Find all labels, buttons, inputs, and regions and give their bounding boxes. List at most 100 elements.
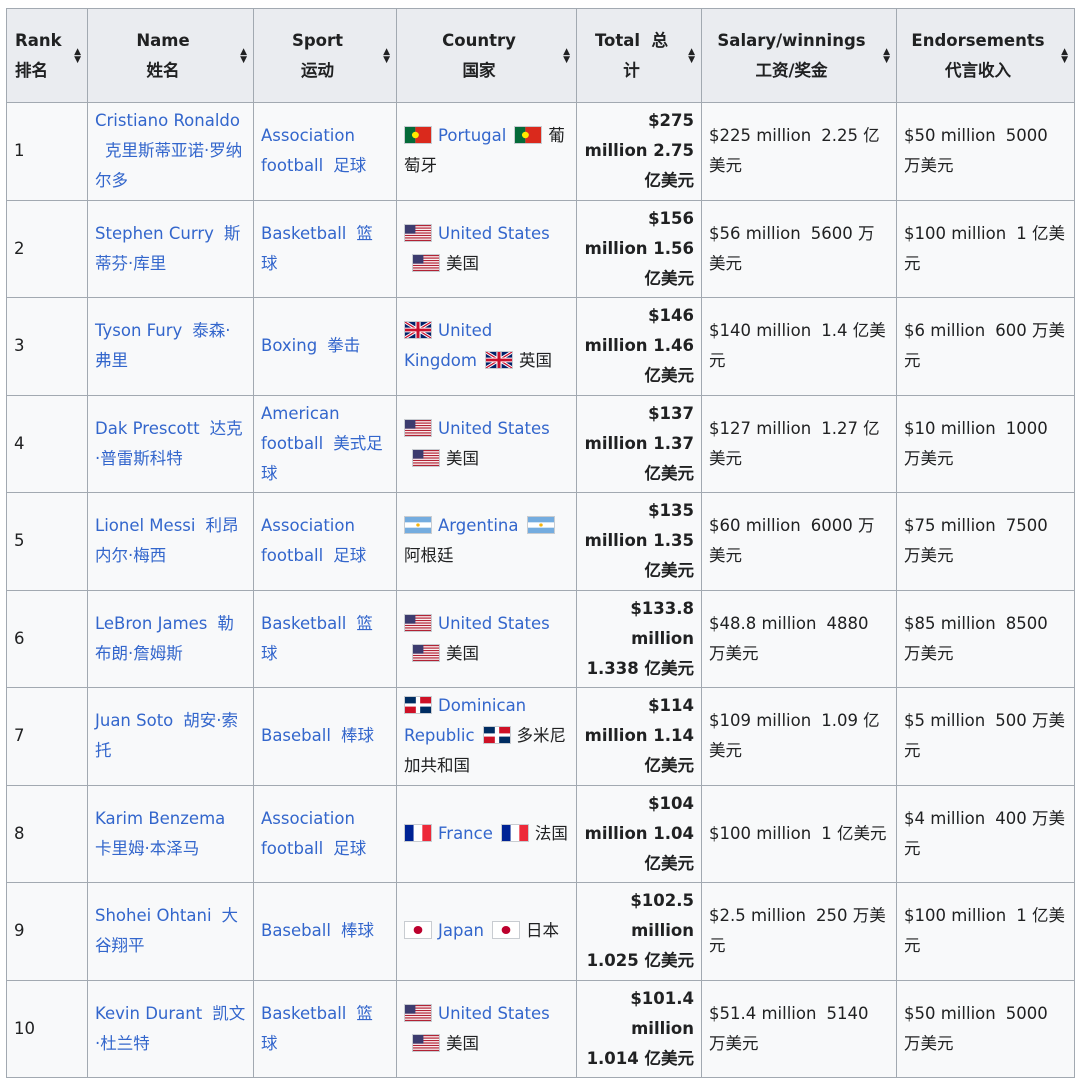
sport-cell: Baseball 棒球: [253, 687, 397, 786]
table-row: 8 Karim Benzema 卡里姆·本泽马 Association footb…: [6, 784, 1075, 883]
total-cell: $137 million 1.37 亿美元: [576, 394, 702, 493]
endorsements-cell: $75 million 7500 万美元: [896, 492, 1075, 591]
header-total[interactable]: Total 总 计 ▲ ▼: [576, 8, 702, 103]
sport-en: American football: [261, 403, 340, 453]
country-link[interactable]: France: [438, 824, 493, 843]
athlete-link[interactable]: Dak Prescott 达克·普雷斯科特: [95, 419, 243, 468]
athlete-link[interactable]: Kevin Durant 凯文·杜兰特: [95, 1004, 245, 1053]
endorse-usd: $10 million: [904, 418, 996, 438]
total-cell: $133.8 million 1.338 亿美元: [576, 589, 702, 688]
header-name[interactable]: Name 姓名 ▲ ▼: [87, 8, 254, 103]
sport-link[interactable]: Boxing 拳击: [261, 336, 360, 355]
athlete-link[interactable]: LeBron James 勒布朗·詹姆斯: [95, 614, 234, 663]
sport-link[interactable]: Basketball 篮球: [261, 614, 373, 663]
sport-cell: Boxing 拳击: [253, 297, 397, 396]
total-zh: 2.75 亿美元: [644, 141, 695, 191]
flag-portugal-icon: [514, 126, 543, 145]
header-name-zh: 姓名: [146, 60, 180, 80]
sport-link[interactable]: Association football 足球: [261, 809, 366, 858]
country-link[interactable]: Portugal: [438, 126, 506, 145]
sort-icon[interactable]: ▲ ▼: [563, 47, 570, 64]
salary-cell: $56 million 5600 万美元: [701, 199, 897, 298]
country-cell: United States 美国: [396, 199, 577, 298]
name-cell: Kevin Durant 凯文·杜兰特: [87, 979, 254, 1078]
endorse-usd: $100 million: [904, 223, 1007, 243]
name-cell: Tyson Fury 泰森·弗里: [87, 297, 254, 396]
flag-usa-icon: [412, 643, 440, 662]
total-usd: $102.5 million: [630, 891, 694, 941]
athlete-link[interactable]: Juan Soto 胡安·索托: [95, 711, 238, 760]
salary-cell: $51.4 million 5140 万美元: [701, 979, 897, 1078]
salary-usd: $140 million: [709, 321, 812, 341]
endorse-usd: $85 million: [904, 613, 996, 633]
table-row: 2 Stephen Curry 斯蒂芬·库里 Basketball 篮球 Unite…: [6, 199, 1075, 298]
flag-uk-icon: [404, 321, 432, 340]
flag-dominican-icon: [404, 696, 432, 715]
salary-cell: $60 million 6000 万美元: [701, 492, 897, 591]
country-cell: France 法国: [396, 784, 577, 883]
country-link[interactable]: United States: [438, 614, 550, 633]
sport-link[interactable]: Baseball 棒球: [261, 921, 374, 940]
sport-link[interactable]: Association football 足球: [261, 126, 366, 175]
country-zh: 英国: [518, 351, 552, 371]
sort-icon[interactable]: ▲ ▼: [74, 47, 81, 64]
rank-cell: 7: [6, 687, 88, 786]
athlete-link[interactable]: Tyson Fury 泰森·弗里: [95, 321, 231, 370]
country-cell: Portugal 葡萄牙: [396, 102, 577, 201]
flag-usa-icon: [404, 418, 432, 437]
sport-link[interactable]: Association football 足球: [261, 516, 366, 565]
sport-en: Baseball: [261, 726, 331, 746]
athlete-link[interactable]: Karim Benzema 卡里姆·本泽马: [95, 809, 235, 858]
sort-icon[interactable]: ▲ ▼: [688, 47, 695, 64]
name-cell: Juan Soto 胡安·索托: [87, 687, 254, 786]
sport-link[interactable]: American football 美式足球: [261, 404, 383, 483]
header-endorsements[interactable]: Endorsements 代言收入 ▲ ▼: [896, 8, 1075, 103]
country-en: France: [438, 823, 493, 843]
country-link[interactable]: United States: [438, 1004, 550, 1023]
name-zh: 克里斯蒂亚诺·罗纳尔多: [95, 141, 243, 191]
total-zh: 1.14 亿美元: [644, 726, 695, 776]
rank-cell: 8: [6, 784, 88, 883]
header-name-en: Name: [136, 30, 190, 50]
sport-link[interactable]: Baseball 棒球: [261, 726, 374, 745]
sport-cell: Association football 足球: [253, 102, 397, 201]
flag-usa-icon: [412, 448, 440, 467]
salary-usd: $100 million: [709, 823, 812, 843]
sort-icon[interactable]: ▲ ▼: [383, 47, 390, 64]
sort-icon[interactable]: ▲ ▼: [1061, 47, 1068, 64]
endorsements-cell: $10 million 1000 万美元: [896, 394, 1075, 493]
country-link[interactable]: Japan: [438, 921, 484, 940]
name-en: Cristiano Ronaldo: [95, 111, 240, 131]
name-en: Tyson Fury: [95, 321, 183, 341]
athlete-link[interactable]: Cristiano Ronaldo 克里斯蒂亚诺·罗纳尔多: [95, 111, 242, 190]
sport-link[interactable]: Basketball 篮球: [261, 224, 373, 273]
country-link[interactable]: United States: [438, 224, 550, 243]
header-rank[interactable]: Rank 排名 ▲ ▼: [6, 8, 88, 103]
country-en: Argentina: [438, 516, 519, 536]
flag-usa-icon: [404, 223, 432, 242]
header-sport[interactable]: Sport 运动 ▲ ▼: [253, 8, 397, 103]
athlete-link[interactable]: Stephen Curry 斯蒂芬·库里: [95, 224, 240, 273]
header-total-en: Total: [594, 30, 641, 50]
sport-zh: 足球: [333, 156, 367, 176]
sport-cell: Association football 足球: [253, 492, 397, 591]
header-salary[interactable]: Salary/winnings 工资/奖金 ▲ ▼: [701, 8, 897, 103]
country-link[interactable]: Argentina: [438, 516, 519, 535]
athlete-link[interactable]: Lionel Messi 利昂内尔·梅西: [95, 516, 238, 565]
salary-cell: $109 million 1.09 亿美元: [701, 687, 897, 786]
athlete-link[interactable]: Shohei Ohtani 大谷翔平: [95, 906, 238, 955]
header-country[interactable]: Country 国家 ▲ ▼: [396, 8, 577, 103]
endorsements-cell: $85 million 8500 万美元: [896, 589, 1075, 688]
total-zh: 1.56 亿美元: [644, 238, 695, 288]
total-zh: 1.35 亿美元: [644, 531, 695, 581]
name-cell: Cristiano Ronaldo 克里斯蒂亚诺·罗纳尔多: [87, 102, 254, 201]
sort-icon[interactable]: ▲ ▼: [240, 47, 247, 64]
rank-value: 8: [14, 823, 25, 843]
athletes-table: Rank 排名 ▲ ▼ Name 姓名 ▲ ▼ Sport 运动 ▲ ▼ Countr…: [6, 8, 1075, 1078]
rank-cell: 2: [6, 199, 88, 298]
country-zh: 美国: [446, 643, 479, 663]
total-zh: 1.37 亿美元: [644, 433, 695, 483]
sort-icon[interactable]: ▲ ▼: [883, 47, 890, 64]
sport-link[interactable]: Basketball 篮球: [261, 1004, 373, 1053]
country-link[interactable]: United States: [438, 419, 550, 438]
